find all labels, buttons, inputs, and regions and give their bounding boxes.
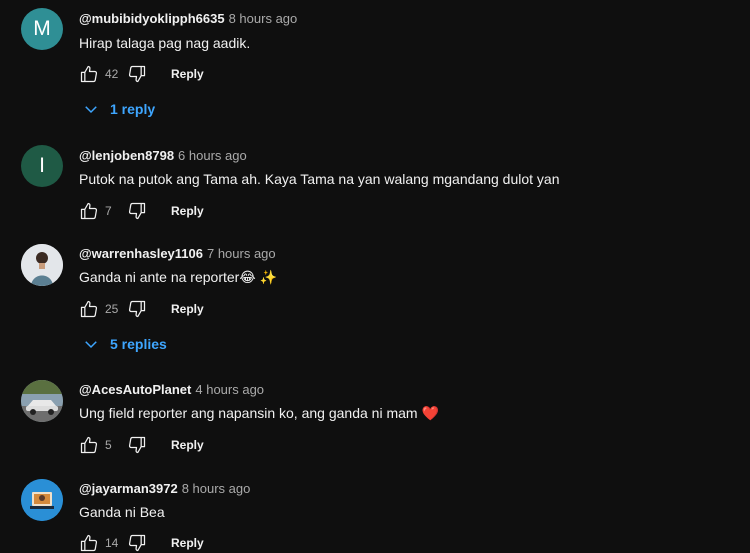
reply-button[interactable]: Reply	[171, 204, 204, 218]
comment-timestamp[interactable]: 8 hours ago	[182, 481, 251, 496]
thumbs-down-icon[interactable]	[127, 201, 147, 221]
chevron-down-icon	[82, 335, 100, 353]
comment-actions: 7 Reply	[79, 201, 204, 221]
thumbs-up-icon[interactable]	[79, 64, 99, 84]
comment-text: Ganda ni Bea	[79, 504, 165, 520]
comment-timestamp[interactable]: 8 hours ago	[229, 11, 298, 26]
like-count: 25	[105, 302, 119, 316]
view-replies-button[interactable]: 5 replies	[82, 335, 167, 353]
comment-actions: 42 Reply	[79, 64, 204, 84]
comment-header: @lenjoben8798 6 hours ago	[79, 148, 247, 163]
thumbs-up-icon[interactable]	[79, 533, 99, 553]
comment-header: @jayarman3972 8 hours ago	[79, 481, 250, 496]
thumbs-down-icon[interactable]	[127, 533, 147, 553]
thumbs-up-icon[interactable]	[79, 299, 99, 319]
thumbs-down-icon[interactable]	[127, 64, 147, 84]
replies-count-label: 1 reply	[110, 101, 156, 117]
chevron-down-icon	[82, 100, 100, 118]
replies-count-label: 5 replies	[110, 336, 167, 352]
avatar-photo	[21, 479, 63, 521]
comment-author[interactable]: @mubibidyoklipph6635	[79, 11, 225, 26]
avatar-photo	[21, 244, 63, 286]
avatar[interactable]	[21, 380, 63, 422]
comment-text: Hirap talaga pag nag aadik.	[79, 35, 251, 51]
reply-button[interactable]: Reply	[171, 438, 204, 452]
like-count: 5	[105, 438, 112, 452]
avatar[interactable]	[21, 244, 63, 286]
view-replies-button[interactable]: 1 reply	[82, 100, 155, 118]
like-count: 42	[105, 67, 119, 81]
comment-text: Ung field reporter ang napansin ko, ang …	[79, 405, 439, 421]
thumbs-up-icon[interactable]	[79, 435, 99, 455]
comment-author[interactable]: @AcesAutoPlanet	[79, 382, 191, 397]
comment-timestamp[interactable]: 6 hours ago	[178, 148, 247, 163]
comment-header: @mubibidyoklipph6635 8 hours ago	[79, 11, 297, 26]
comment-actions: 25 Reply	[79, 299, 204, 319]
comment-header: @AcesAutoPlanet 4 hours ago	[79, 382, 264, 397]
reply-button[interactable]: Reply	[171, 302, 204, 316]
reply-button[interactable]: Reply	[171, 67, 204, 81]
comment-author[interactable]: @warrenhasley1106	[79, 246, 203, 261]
comment-text: Ganda ni ante na reporter😂 ✨	[79, 269, 278, 285]
comment-header: @warrenhasley1106 7 hours ago	[79, 246, 276, 261]
comment-author[interactable]: @lenjoben8798	[79, 148, 174, 163]
thumbs-down-icon[interactable]	[127, 435, 147, 455]
avatar-photo	[21, 380, 63, 422]
avatar[interactable]: I	[21, 145, 63, 187]
comment-actions: 5 Reply	[79, 435, 204, 455]
like-count: 7	[105, 204, 112, 218]
comment-author[interactable]: @jayarman3972	[79, 481, 178, 496]
avatar[interactable]	[21, 479, 63, 521]
comment-timestamp[interactable]: 7 hours ago	[207, 246, 276, 261]
comment-actions: 14 Reply	[79, 533, 204, 553]
thumbs-up-icon[interactable]	[79, 201, 99, 221]
avatar[interactable]: M	[21, 8, 63, 50]
reply-button[interactable]: Reply	[171, 536, 204, 550]
comment-timestamp[interactable]: 4 hours ago	[195, 382, 264, 397]
like-count: 14	[105, 536, 119, 550]
comment-text: Putok na putok ang Tama ah. Kaya Tama na…	[79, 171, 560, 187]
thumbs-down-icon[interactable]	[127, 299, 147, 319]
